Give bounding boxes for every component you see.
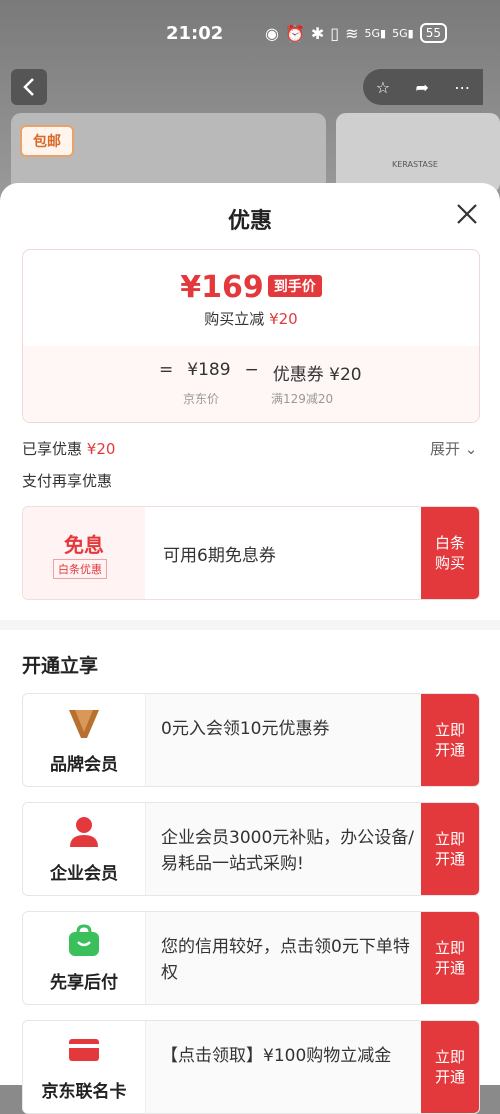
pay-later-badge: 先享后付 bbox=[23, 912, 146, 1004]
baitiao-tag: 白条优惠 bbox=[53, 559, 107, 579]
baitiao-buy-label: 白条 购买 bbox=[434, 534, 465, 572]
eye-icon: ◉ bbox=[265, 23, 279, 43]
brand-v-icon bbox=[69, 710, 99, 738]
interest-free-text: 可用6期免息券 bbox=[163, 546, 276, 566]
bluetooth-icon: ✱ bbox=[310, 23, 325, 43]
coupon-rule: 满129减20 bbox=[271, 392, 334, 406]
alarm-icon: ⏰ bbox=[284, 23, 305, 43]
star-icon[interactable]: ☆ bbox=[376, 78, 390, 97]
share-icon[interactable]: ➦ bbox=[415, 78, 428, 97]
pay-more-label: 支付再享优惠 bbox=[22, 472, 113, 490]
instant-discount-value: ¥20 bbox=[269, 310, 298, 328]
minus-sign: − bbox=[244, 360, 259, 380]
coupon-value: 优惠券 ¥20 bbox=[272, 365, 362, 385]
interest-free-card: 免息 白条优惠 可用6期免息券 白条 购买 bbox=[22, 506, 480, 600]
equals-sign: = bbox=[159, 360, 174, 380]
enterprise-member-card: 企业会员 企业会员3000元补贴，办公设备/易耗品一站式采购! 立即 开通 bbox=[22, 802, 480, 896]
pay-later-text: 您的信用较好，点击领0元下单特权 bbox=[161, 937, 410, 983]
shopping-bag-icon bbox=[69, 924, 99, 956]
co-branded-badge: 京东联名卡 bbox=[23, 1021, 146, 1113]
battery-icon: 55 bbox=[419, 23, 447, 43]
enjoyed-value: ¥20 bbox=[86, 440, 116, 458]
wifi-icon: ≋ bbox=[345, 23, 359, 43]
status-icons: ◉ ⏰ ✱ ▯ ≋ 5G▮ 5G▮ 55 bbox=[265, 23, 447, 43]
discount-sheet: 优惠 ¥169 到手价 购买立减 ¥20 = ¥189 − 优惠券 ¥20 京东价… bbox=[0, 183, 500, 1114]
final-price-tag: 到手价 bbox=[267, 275, 322, 297]
co-branded-label: 京东联名卡 bbox=[41, 1082, 127, 1102]
final-price-value: ¥169 bbox=[180, 270, 264, 305]
section-divider bbox=[0, 620, 500, 630]
close-icon bbox=[457, 204, 477, 224]
jd-price-value: ¥189 bbox=[187, 360, 231, 380]
product-brand-text: KERASTASE bbox=[392, 160, 438, 169]
open-brand-member-button[interactable]: 立即 开通 bbox=[421, 694, 479, 786]
brand-member-card: 品牌会员 0元入会领10元优惠券 立即 开通 bbox=[22, 693, 480, 787]
brand-member-badge: 品牌会员 bbox=[23, 694, 146, 786]
open-button-label: 立即 开通 bbox=[434, 939, 465, 977]
close-button[interactable] bbox=[452, 199, 482, 229]
enterprise-member-badge: 企业会员 bbox=[23, 803, 146, 895]
instant-discount: 购买立减 ¥20 bbox=[23, 308, 479, 329]
enjoyed-discount: 已享优惠 ¥20 bbox=[22, 438, 115, 459]
instant-discount-label: 购买立减 bbox=[204, 310, 265, 328]
brand-member-text: 0元入会领10元优惠券 bbox=[161, 719, 330, 739]
expand-button[interactable]: 展开 ⌄ bbox=[430, 438, 477, 459]
co-branded-text: 【点击领取】¥100购物立减金 bbox=[161, 1046, 392, 1066]
interest-free-title: 免息 bbox=[64, 533, 104, 557]
price-breakdown: = ¥189 − 优惠券 ¥20 京东价 满129减20 bbox=[23, 346, 479, 422]
pay-later-card: 先享后付 您的信用较好，点击领0元下单特权 立即 开通 bbox=[22, 911, 480, 1005]
signal-icon: 5G▮ bbox=[364, 26, 387, 40]
top-actions: ☆ ➦ ⋯ bbox=[363, 69, 483, 105]
open-button-label: 立即 开通 bbox=[434, 1048, 465, 1086]
enterprise-member-text: 企业会员3000元补贴，办公设备/易耗品一站式采购! bbox=[161, 828, 414, 874]
status-bar: 21:02 ◉ ⏰ ✱ ▯ ≋ 5G▮ 5G▮ 55 bbox=[0, 20, 500, 48]
product-image-secondary bbox=[336, 113, 500, 193]
open-co-branded-button[interactable]: 立即 开通 bbox=[421, 1021, 479, 1113]
baitiao-buy-button[interactable]: 白条 购买 bbox=[421, 507, 479, 599]
open-button-label: 立即 开通 bbox=[434, 721, 465, 759]
interest-free-badge: 免息 白条优惠 bbox=[23, 507, 145, 599]
enjoyed-label: 已享优惠 bbox=[22, 440, 83, 458]
signal-icon: 5G▮ bbox=[392, 26, 414, 40]
pay-later-label: 先享后付 bbox=[50, 973, 118, 993]
status-time: 21:02 bbox=[166, 23, 224, 44]
open-pay-later-button[interactable]: 立即 开通 bbox=[421, 912, 479, 1004]
price-card: ¥169 到手价 购买立减 ¥20 = ¥189 − 优惠券 ¥20 京东价 满1… bbox=[22, 249, 480, 423]
chevron-left-icon bbox=[23, 78, 34, 96]
back-button[interactable] bbox=[11, 69, 47, 105]
person-icon bbox=[70, 817, 98, 847]
free-shipping-badge: 包邮 bbox=[20, 125, 74, 157]
sheet-title: 优惠 bbox=[227, 209, 272, 234]
co-branded-card: 京东联名卡 【点击领取】¥100购物立减金 立即 开通 bbox=[22, 1020, 480, 1114]
breakdown-row: = ¥189 − 优惠券 ¥20 bbox=[159, 360, 362, 385]
open-enterprise-member-button[interactable]: 立即 开通 bbox=[421, 803, 479, 895]
more-icon[interactable]: ⋯ bbox=[454, 78, 470, 97]
vibrate-icon: ▯ bbox=[330, 23, 340, 43]
jd-price-label: 京东价 bbox=[183, 392, 220, 406]
section-title: 开通立享 bbox=[22, 655, 99, 677]
final-price: ¥169 到手价 bbox=[23, 270, 479, 305]
credit-card-icon bbox=[69, 1039, 99, 1061]
open-button-label: 立即 开通 bbox=[434, 830, 465, 868]
brand-member-label: 品牌会员 bbox=[50, 755, 118, 775]
enterprise-member-label: 企业会员 bbox=[50, 864, 118, 884]
